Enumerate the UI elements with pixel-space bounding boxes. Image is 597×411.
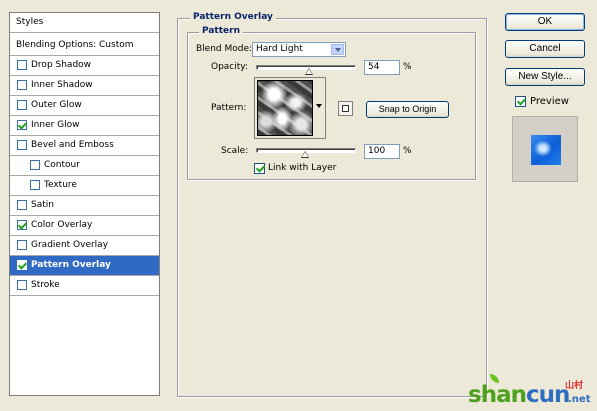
style-item-label: Outer Glow [31,100,82,110]
style-item-checkbox[interactable] [17,140,27,150]
opacity-label: Opacity: [211,62,248,72]
style-item-label: Bevel and Emboss [31,140,114,150]
style-item-checkbox[interactable] [17,280,27,290]
style-item-checkbox[interactable] [17,60,27,70]
style-item-checkbox[interactable] [30,160,40,170]
style-item-label: Inner Glow [31,120,80,130]
scale-label: Scale: [221,146,249,156]
style-item-bevel-and-emboss[interactable]: Bevel and Emboss [10,136,159,156]
link-with-layer-checkbox[interactable] [254,163,265,174]
preview-thumbnail [531,135,561,165]
blend-mode-label: Blend Mode: [196,44,253,54]
blending-options-label: Blending Options: Custom [16,40,134,50]
style-item-checkbox[interactable] [17,260,27,270]
style-item-color-overlay[interactable]: Color Overlay [10,216,159,236]
style-item-label: Stroke [31,280,60,290]
snap-to-origin-label: Snap to Origin [378,104,437,114]
style-item-label: Contour [44,160,80,170]
style-item-checkbox[interactable] [17,200,27,210]
style-item-label: Pattern Overlay [31,260,111,270]
pattern-dropdown-arrow-icon[interactable] [316,104,322,108]
watermark-text-blue: cun [525,382,570,408]
blending-options-item[interactable]: Blending Options: Custom [10,36,159,56]
styles-header-label: Styles [16,17,44,27]
ok-button[interactable]: OK [505,13,585,31]
pattern-label: Pattern: [211,103,247,113]
watermark-text-cn: 山村 [565,381,584,391]
blend-mode-value: Hard Light [256,44,303,54]
blend-mode-select[interactable]: Hard Light [252,42,346,57]
style-item-label: Satin [31,200,54,210]
scale-unit: % [403,146,412,156]
pattern-subgroup-title: Pattern [199,26,243,36]
styles-list-panel: Styles Blending Options: Custom Drop Sha… [9,12,160,396]
style-item-stroke[interactable]: Stroke [10,276,159,296]
chevron-down-icon[interactable] [331,44,344,55]
style-item-checkbox[interactable] [17,240,27,250]
opacity-unit: % [403,62,412,72]
style-item-checkbox[interactable] [30,180,40,190]
style-item-outer-glow[interactable]: Outer Glow [10,96,159,116]
opacity-slider-thumb[interactable] [304,68,313,75]
scale-slider-thumb[interactable] [301,151,309,158]
cancel-button[interactable]: Cancel [505,40,585,58]
watermark-text-suffix: .net [568,394,591,405]
link-with-layer-label: Link with Layer [268,163,337,173]
preview-box [512,116,578,182]
style-item-pattern-overlay[interactable]: Pattern Overlay [10,256,159,276]
new-preset-button[interactable] [338,101,353,116]
style-item-checkbox[interactable] [17,100,27,110]
new-style-label: New Style... [518,71,572,82]
style-item-checkbox[interactable] [17,220,27,230]
style-item-satin[interactable]: Satin [10,196,159,216]
pattern-overlay-title: Pattern Overlay [190,12,276,22]
style-item-checkbox[interactable] [17,120,27,130]
shancun-watermark-logo: shancun 山村 .net [468,374,597,411]
preview-label: Preview [530,96,569,107]
style-item-label: Gradient Overlay [31,240,109,250]
styles-header[interactable]: Styles [10,13,159,33]
style-item-label: Inner Shadow [31,80,93,90]
style-item-label: Drop Shadow [31,60,92,70]
snap-to-origin-button[interactable]: Snap to Origin [366,101,449,118]
new-preset-icon [342,105,349,112]
cancel-label: Cancel [529,43,561,54]
style-item-contour[interactable]: Contour [10,156,159,176]
scale-input[interactable]: 100 [364,144,400,159]
ok-label: OK [537,16,553,27]
style-item-label: Texture [44,180,77,190]
preview-checkbox[interactable] [515,96,526,107]
scale-value: 100 [368,146,386,156]
style-item-texture[interactable]: Texture [10,176,159,196]
opacity-input[interactable]: 54 [364,60,400,75]
style-item-inner-glow[interactable]: Inner Glow [10,116,159,136]
style-item-inner-shadow[interactable]: Inner Shadow [10,76,159,96]
style-item-gradient-overlay[interactable]: Gradient Overlay [10,236,159,256]
style-item-checkbox[interactable] [17,80,27,90]
pattern-swatch[interactable] [257,80,313,136]
style-item-drop-shadow[interactable]: Drop Shadow [10,56,159,76]
new-style-button[interactable]: New Style... [505,68,585,86]
opacity-value: 54 [368,62,380,72]
watermark-text-green: shan [468,382,527,408]
style-item-label: Color Overlay [31,220,93,230]
